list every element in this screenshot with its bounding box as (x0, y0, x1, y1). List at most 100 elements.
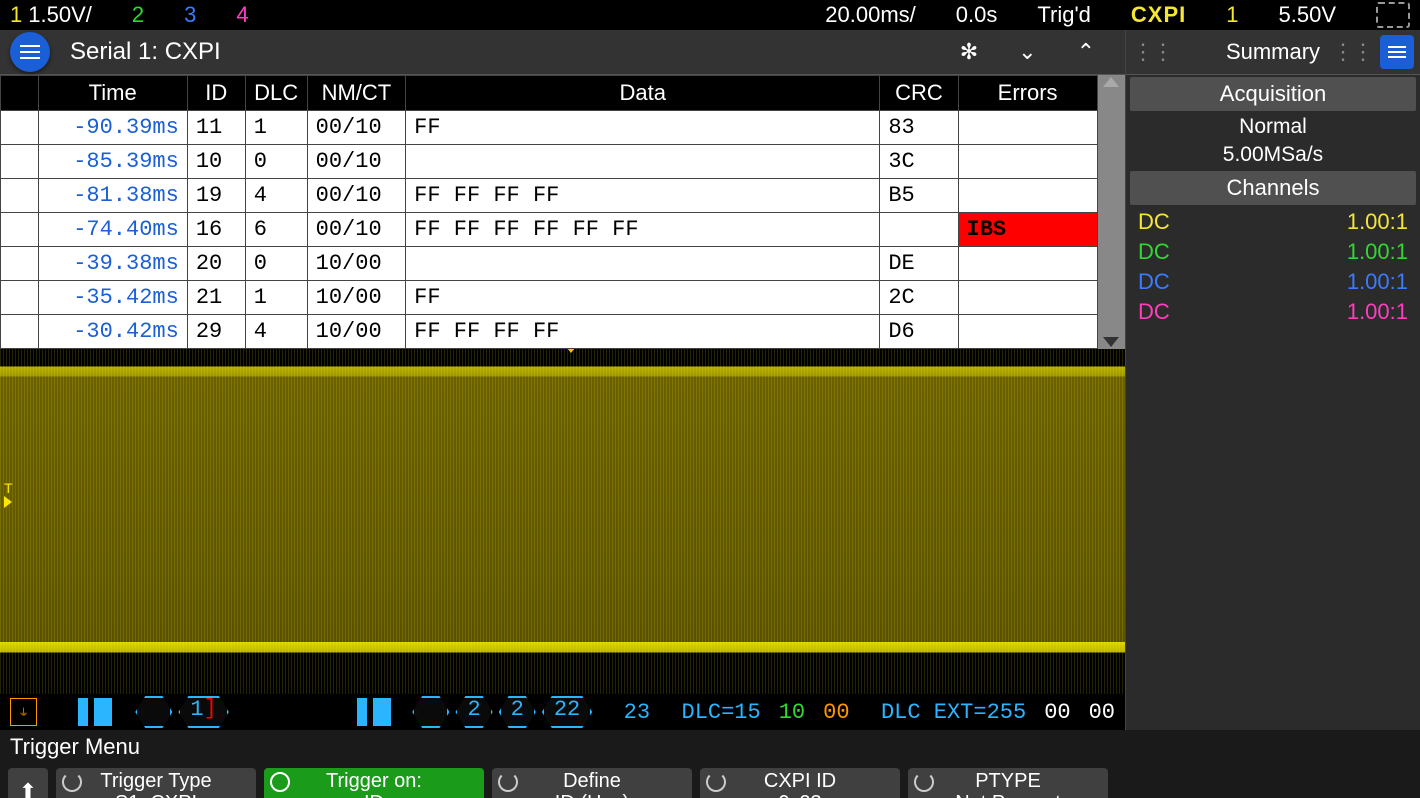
cell-data (406, 247, 880, 281)
table-row[interactable]: -90.39ms11100/10FF83 (1, 111, 1098, 145)
acq-mode: Normal (1126, 113, 1420, 141)
trigger-channel: 1 (1226, 2, 1238, 28)
col-data[interactable]: Data (406, 76, 880, 111)
cell-nmct: 10/00 (307, 247, 405, 281)
summary-menu-button[interactable] (1380, 35, 1414, 69)
timebase[interactable]: 20.00ms/ (825, 2, 916, 28)
cell-id: 11 (187, 111, 245, 145)
summary-title[interactable]: Summary (1226, 39, 1320, 65)
cell-dlc: 4 (245, 315, 307, 349)
cell-error: IBS (958, 213, 1097, 247)
scroll-down-icon[interactable] (1103, 337, 1119, 347)
cell-dlc: 4 (245, 179, 307, 213)
decode-frame: 22 (542, 696, 592, 728)
cell-error (958, 247, 1097, 281)
sample-rate: 5.00MSa/s (1126, 141, 1420, 169)
cell-error (958, 281, 1097, 315)
cxpi-id-button[interactable]: CXPI ID 0x23 (700, 768, 900, 798)
delay-time[interactable]: 0.0s (956, 2, 998, 28)
channel-row[interactable]: DC 1.00:1 (1126, 237, 1420, 267)
table-row[interactable]: -39.38ms20010/00DE (1, 247, 1098, 281)
cell-nmct: 00/10 (307, 179, 405, 213)
hamburger-icon (20, 45, 40, 59)
col-time[interactable]: Time (38, 76, 187, 111)
ch1-vdiv: 1.50V/ (28, 2, 92, 28)
rotate-icon (706, 772, 726, 792)
channels-button[interactable]: Channels (1130, 171, 1416, 205)
cell-dlc: 1 (245, 281, 307, 315)
chevron-up-icon[interactable]: ⌃ (1077, 39, 1095, 65)
ch2-number[interactable]: 2 (132, 2, 144, 28)
drag-handle-icon[interactable]: ⋮⋮ (1332, 39, 1372, 65)
cell-id: 10 (187, 145, 245, 179)
channel-coupling: DC (1138, 239, 1170, 265)
cell-data: FF FF FF FF (406, 315, 880, 349)
cell-id: 20 (187, 247, 245, 281)
up-arrow-icon: ⬆ (19, 781, 37, 798)
acquisition-button[interactable]: Acquisition (1130, 77, 1416, 111)
main-menu-button[interactable] (10, 32, 50, 72)
cell-data: FF (406, 281, 880, 315)
cell-time: -90.39ms (38, 111, 187, 145)
zoom-indicator-icon[interactable] (1376, 2, 1410, 28)
channel-row[interactable]: DC1.00:1 (1126, 297, 1420, 327)
trigger-source-label[interactable]: CXPI (1131, 2, 1186, 28)
trigger-on-button[interactable]: Trigger on: ID (264, 768, 484, 798)
cell-crc: D6 (880, 315, 958, 349)
gear-icon[interactable]: ✻ (960, 39, 978, 65)
cell-crc (880, 213, 958, 247)
channel-row[interactable]: DC1.00:1 (1126, 207, 1420, 237)
decode-ext-v1: 00 (1044, 700, 1070, 725)
decode-frame (135, 696, 172, 728)
decode-dlc: DLC=15 (682, 700, 761, 725)
decode-frame: 2 (499, 696, 536, 728)
ch1-number[interactable]: 1 (10, 2, 22, 28)
lister-title[interactable]: Serial 1: CXPI (70, 38, 221, 66)
ground-ref-icon[interactable]: ⏚ (10, 698, 37, 726)
cell-nmct: 10/00 (307, 281, 405, 315)
ch4-number[interactable]: 4 (236, 2, 248, 28)
cell-nmct: 00/10 (307, 213, 405, 247)
col-errors[interactable]: Errors (958, 76, 1097, 111)
ptype-button[interactable]: PTYPE Not Present (908, 768, 1108, 798)
scroll-up-icon[interactable] (1103, 77, 1119, 87)
cell-error (958, 315, 1097, 349)
channel-ratio: 1.00:1 (1347, 269, 1408, 295)
col-id[interactable]: ID (187, 76, 245, 111)
channel-coupling: DC (1138, 269, 1170, 295)
col-crc[interactable]: CRC (880, 76, 958, 111)
trigger-level[interactable]: 5.50V (1279, 2, 1337, 28)
decode-dlc-v1: 10 (779, 700, 805, 725)
table-row[interactable]: -81.38ms19400/10FF FF FF FFB5 (1, 179, 1098, 213)
bus-decode-bar: ⏚ 1] 2 2 22 23 DLC=15 10 00 DLC EXT=255 … (0, 694, 1125, 730)
drag-handle-icon[interactable]: ⋮⋮ (1132, 39, 1172, 65)
channel-ratio: 1.00:1 (1347, 239, 1408, 265)
cell-time: -35.42ms (38, 281, 187, 315)
cell-time: -39.38ms (38, 247, 187, 281)
table-row[interactable]: -74.40ms16600/10FF FF FF FF FF FFIBS (1, 213, 1098, 247)
ch3-number[interactable]: 3 (184, 2, 196, 28)
col-dlc[interactable]: DLC (245, 76, 307, 111)
table-row[interactable]: -85.39ms10000/103C (1, 145, 1098, 179)
channel-row[interactable]: DC 1.00:1 (1126, 267, 1420, 297)
waveform-display[interactable]: T (0, 349, 1125, 694)
channel-coupling: DC (1138, 209, 1170, 235)
cell-dlc: 0 (245, 247, 307, 281)
decode-frame (412, 696, 449, 728)
define-button[interactable]: Define ID (Hex) (492, 768, 692, 798)
channel-ratio: 1.00:1 (1347, 299, 1408, 325)
trigger-position-icon[interactable] (563, 349, 579, 353)
trigger-type-button[interactable]: Trigger Type S1: CXPI (56, 768, 256, 798)
rotate-icon (914, 772, 934, 792)
back-button[interactable]: ⬆ (8, 768, 48, 798)
table-row[interactable]: -35.42ms21110/00FF2C (1, 281, 1098, 315)
serial-decode-table: Time ID DLC NM/CT Data CRC Errors -90.39… (0, 75, 1098, 349)
trigger-level-marker[interactable]: T (4, 480, 13, 508)
col-nmct[interactable]: NM/CT (307, 76, 405, 111)
top-status-bar: 1 1.50V/ 2 3 4 20.00ms/ 0.0s Trig'd CXPI… (0, 0, 1420, 30)
chevron-down-icon[interactable]: ⌄ (1018, 39, 1036, 65)
cell-nmct: 00/10 (307, 111, 405, 145)
table-scrollbar[interactable] (1098, 75, 1125, 349)
cell-data (406, 145, 880, 179)
table-row[interactable]: -30.42ms29410/00FF FF FF FFD6 (1, 315, 1098, 349)
